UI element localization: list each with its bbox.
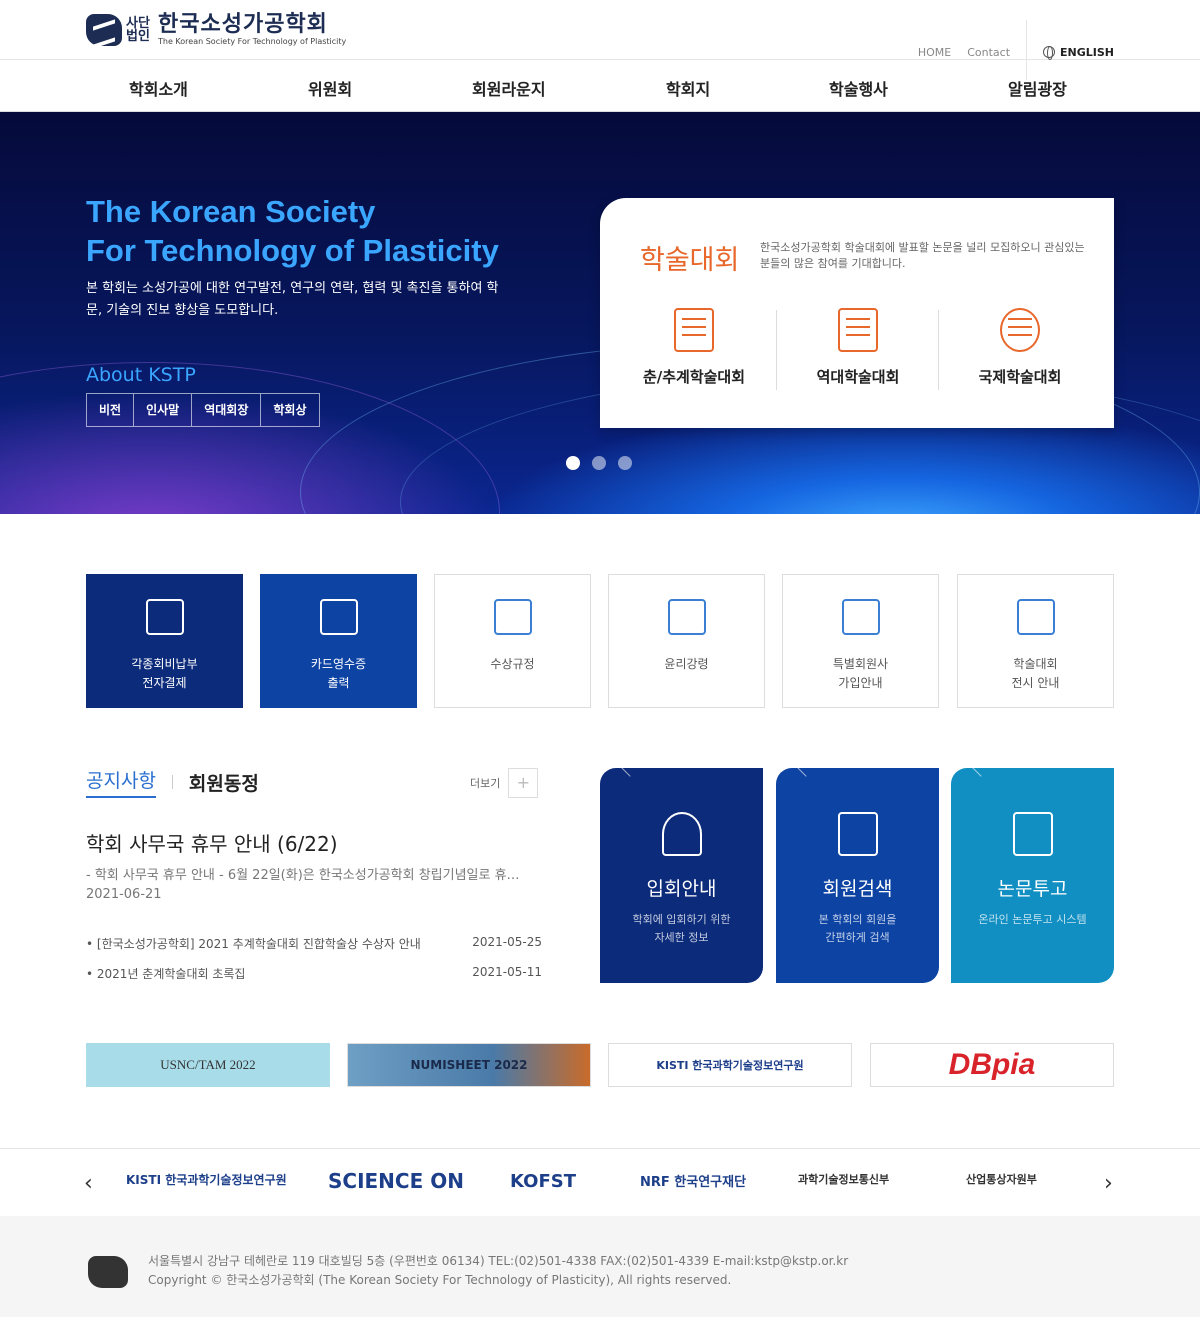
conference-past[interactable]: 역대학술대회	[778, 308, 938, 387]
search-document-icon	[838, 308, 878, 352]
about-link-vision[interactable]: 비전	[87, 394, 133, 426]
quick-award-rules[interactable]: 수상규정	[434, 574, 591, 708]
partner-nrf[interactable]: NRF 한국연구재단	[640, 1171, 746, 1190]
plus-icon: +	[508, 768, 539, 798]
logo-mark-icon	[86, 14, 122, 46]
quick-fee-payment[interactable]: 각종회비납부 전자결제	[86, 574, 243, 708]
nav-committee[interactable]: 위원회	[308, 76, 352, 100]
paper-submit-icon	[1012, 812, 1053, 856]
banner-numisheet[interactable]: NUMISHEET 2022	[347, 1043, 591, 1087]
divider	[171, 775, 173, 789]
slide-pagination	[566, 456, 644, 470]
page: 사단법인 한국소성가공학회 The Korean Society For Tec…	[0, 0, 1200, 1317]
monitor-pen-icon	[667, 599, 706, 635]
partner-carousel: ‹ KISTI 한국과학기술정보연구원 SCIENCE ON KOFST NRF…	[0, 1148, 1200, 1216]
conference-international[interactable]: 국제학술대회	[940, 308, 1100, 387]
nav-events[interactable]: 학술행사	[829, 76, 888, 100]
partner-motie[interactable]: 산업통상자원부	[966, 1171, 1037, 1187]
globe-gear-icon	[1000, 308, 1040, 352]
conference-title: 학술대회	[640, 245, 740, 276]
banner-kisti[interactable]: KISTI 한국과학기술정보연구원	[608, 1043, 852, 1087]
banner-dbpia[interactable]: DBpia	[870, 1043, 1114, 1087]
home-link[interactable]: HOME	[918, 46, 951, 59]
more-label: 더보기	[470, 777, 501, 790]
card-membership[interactable]: 입회안내 학회에 입회하기 위한 자세한 정보	[600, 764, 763, 983]
partner-kofst[interactable]: KOFST	[510, 1171, 576, 1192]
logo-subtitle: The Korean Society For Technology of Pla…	[158, 37, 347, 46]
people-icon	[661, 812, 702, 856]
slide-dot[interactable]	[618, 456, 632, 470]
contact-link[interactable]: Contact	[967, 46, 1010, 59]
divider	[776, 310, 777, 390]
logo-type: 사단법인	[126, 16, 150, 44]
exhibition-icon	[1016, 599, 1055, 635]
more-button[interactable]: 더보기 +	[470, 768, 539, 798]
english-label: ENGLISH	[1060, 45, 1114, 59]
hero-title: The Korean Society For Technology of Pla…	[86, 194, 499, 268]
featured-notice-summary: - 학회 사무국 휴무 안내 - 6월 22일(화)은 한국소성가공학회 창립기…	[86, 868, 520, 883]
footer: 서울특별시 강남구 테헤란로 119 대호빌딩 5층 (우편번호 06134) …	[0, 1216, 1200, 1317]
conference-panel: 학술대회 한국소성가공학회 학술대회에 발표할 논문을 널리 모집하오니 관심있…	[600, 198, 1114, 428]
document-icon	[674, 308, 714, 352]
hero-description: 본 학회는 소성가공에 대한 연구발전, 연구의 연락, 협력 및 촉진을 통하…	[86, 281, 499, 318]
quick-special-member[interactable]: 특별회원사 가입안내	[782, 574, 939, 708]
card-member-search[interactable]: 회원검색 본 학회의 회원을 간편하게 검색	[776, 764, 939, 983]
divider	[938, 310, 939, 390]
card-paper-submit[interactable]: 논문투고 온라인 논문투고 시스템	[951, 764, 1114, 983]
tab-member-news[interactable]: 회원동정	[189, 769, 259, 796]
nav-member-lounge[interactable]: 회원라운지	[472, 76, 546, 100]
partner-science-on[interactable]: SCIENCE ON	[328, 1169, 464, 1193]
logo-name: 한국소성가공학회	[158, 12, 328, 37]
partner-msit[interactable]: 과학기술정보통신부	[798, 1171, 889, 1187]
money-icon	[145, 599, 184, 635]
featured-notice-date: 2021-06-21	[86, 887, 162, 902]
prev-arrow-icon[interactable]: ‹	[84, 1171, 93, 1196]
about-link-greeting[interactable]: 인사말	[133, 394, 191, 426]
award-document-icon	[493, 599, 532, 635]
conference-description: 한국소성가공학회 학술대회에 발표할 논문을 널리 모집하오니 관심있는 분들의…	[760, 241, 1085, 270]
nav-about[interactable]: 학회소개	[129, 76, 188, 100]
banner-usnc-tam[interactable]: USNC/TAM 2022	[86, 1043, 330, 1087]
about-title: About KSTP	[86, 364, 196, 386]
members-icon	[841, 599, 880, 635]
next-arrow-icon[interactable]: ›	[1104, 1171, 1113, 1196]
logo[interactable]: 사단법인 한국소성가공학회 The Korean Society For Tec…	[86, 10, 346, 50]
receipt-icon	[319, 599, 358, 635]
slide-dot[interactable]	[592, 456, 606, 470]
about-links: 비전 인사말 역대회장 학회상	[86, 393, 320, 427]
footer-address: 서울특별시 강남구 테헤란로 119 대호빌딩 5층 (우편번호 06134) …	[148, 1254, 849, 1287]
quick-ethics[interactable]: 윤리강령	[608, 574, 765, 708]
partner-kisti[interactable]: KISTI 한국과학기술정보연구원	[126, 1171, 287, 1188]
notice-row[interactable]: [한국소성가공학회] 2021 추계학술대회 진합학술상 수상자 안내 2021…	[86, 935, 542, 952]
globe-icon	[1043, 46, 1056, 60]
notice-date: 2021-05-25	[472, 935, 542, 949]
header: 사단법인 한국소성가공학회 The Korean Society For Tec…	[0, 0, 1200, 80]
featured-notice-title[interactable]: 학회 사무국 휴무 안내 (6/22)	[86, 828, 338, 857]
english-link[interactable]: ENGLISH	[1043, 45, 1114, 60]
about-link-award[interactable]: 학회상	[260, 394, 318, 426]
notice-row[interactable]: 2021년 춘계학술대회 초록집 2021-05-11	[86, 965, 542, 982]
conference-spring-fall[interactable]: 춘/추계학술대회	[614, 308, 774, 387]
notice-date: 2021-05-11	[472, 965, 542, 979]
notice-tabs: 공지사항 회원동정	[86, 766, 259, 798]
nav-journal[interactable]: 학회지	[666, 76, 710, 100]
about-link-presidents[interactable]: 역대회장	[191, 394, 260, 426]
quick-card-receipt[interactable]: 카드영수증 출력	[260, 574, 417, 708]
slide-dot[interactable]	[566, 456, 580, 470]
footer-logo-icon	[88, 1256, 128, 1288]
nav-notice[interactable]: 알림광장	[1008, 76, 1067, 100]
tab-notice[interactable]: 공지사항	[86, 766, 156, 798]
id-card-icon	[837, 812, 878, 856]
quick-exhibition[interactable]: 학술대회 전시 안내	[957, 574, 1114, 708]
main-nav: 학회소개 위원회 회원라운지 학회지 학술행사 알림광장	[0, 60, 1200, 112]
